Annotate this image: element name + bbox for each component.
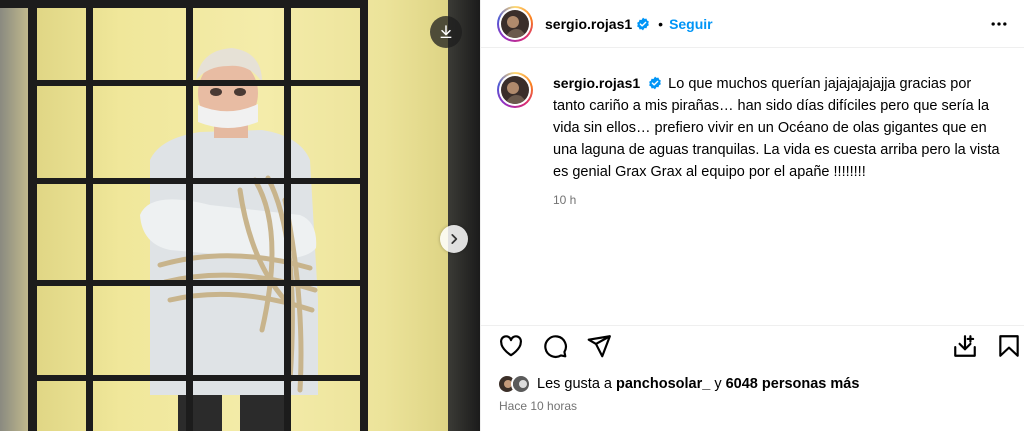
caption-body: sergio.rojas1 Lo que muchos querían jaja… [553, 72, 1007, 211]
share-button[interactable] [585, 332, 613, 360]
verified-badge-icon [648, 76, 662, 90]
likes-prefix: Les gusta a [537, 376, 612, 392]
window-grid [0, 0, 368, 431]
comment-button[interactable] [541, 332, 569, 360]
avatar-frame [499, 7, 531, 40]
download-button[interactable] [430, 16, 462, 48]
like-button[interactable] [497, 332, 525, 360]
avatar-image [501, 76, 529, 104]
comment-icon [544, 335, 567, 358]
bookmark-icon [999, 335, 1019, 357]
likes-summary[interactable]: Les gusta a panchosolar_ y 6048 personas… [497, 374, 859, 394]
likes-user-link[interactable]: panchosolar_ [616, 376, 710, 392]
header-avatar[interactable] [497, 5, 533, 42]
liker-avatar [511, 374, 531, 394]
post-date[interactable]: Hace 10 horas [499, 399, 577, 413]
post-header: sergio.rojas1 • Seguir [481, 0, 1024, 48]
heart-icon [500, 335, 522, 357]
share-icon [587, 335, 611, 358]
follow-button[interactable]: Seguir [669, 16, 713, 32]
avatar-image [501, 9, 529, 38]
more-options-icon [991, 22, 1007, 26]
caption-time[interactable]: 10 h [553, 189, 1007, 211]
save-download-button[interactable] [951, 332, 979, 360]
save-download-icon [954, 335, 976, 357]
avatar-frame [499, 74, 531, 106]
caption-text: Lo que muchos querían jajajajajajja grac… [553, 76, 1000, 180]
action-bar [481, 325, 1024, 363]
next-media-button[interactable] [440, 225, 468, 253]
caption-username[interactable]: sergio.rojas1 [553, 75, 640, 91]
header-username[interactable]: sergio.rojas1 [545, 16, 632, 32]
caption-avatar[interactable] [497, 72, 533, 108]
likes-count-link[interactable]: 6048 personas más [726, 376, 860, 392]
bookmark-button[interactable] [995, 332, 1023, 360]
verified-badge-icon [636, 17, 650, 31]
likes-join: y [714, 376, 722, 392]
post-media[interactable] [0, 0, 480, 431]
post-side-panel: sergio.rojas1 • Seguir sergio.rojas1 Lo … [480, 0, 1024, 431]
caption-block: sergio.rojas1 Lo que muchos querían jaja… [497, 72, 1007, 211]
chevron-right-icon [451, 234, 458, 244]
separator-dot: • [658, 15, 664, 32]
download-icon [440, 25, 452, 38]
more-options-button[interactable] [989, 14, 1009, 34]
